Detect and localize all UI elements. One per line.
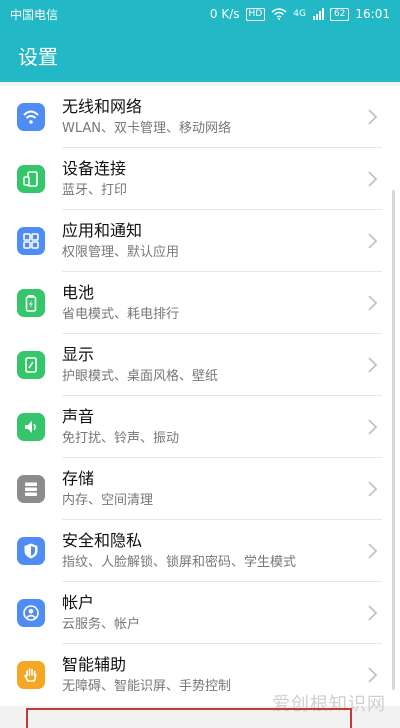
item-title: 电池 (62, 282, 95, 302)
display-icon (17, 351, 45, 379)
chevron-right-icon (368, 171, 378, 187)
signal-icon (312, 8, 324, 20)
chevron-right-icon (368, 481, 378, 497)
battery-status: 62 (329, 7, 350, 21)
item-title: 安全和隐私 (62, 530, 143, 550)
item-subtitle: 省电模式、耗电排行 (62, 306, 180, 322)
item-subtitle: 免打扰、铃声、振动 (62, 430, 180, 446)
settings-item-sound[interactable]: 声音 免打扰、铃声、振动 (0, 396, 400, 458)
settings-item-security-privacy[interactable]: 安全和隐私 指纹、人脸解锁、锁屏和密码、学生模式 (0, 520, 400, 582)
scrollbar[interactable] (392, 190, 395, 690)
item-title: 帐户 (62, 592, 95, 612)
shield-icon (17, 537, 45, 565)
item-title: 应用和通知 (62, 220, 143, 240)
item-texts: 应用和通知 权限管理、默认应用 (62, 221, 366, 262)
item-texts: 设备连接 蓝牙、打印 (62, 159, 366, 200)
item-title: 设备连接 (62, 158, 127, 178)
item-title: 声音 (62, 406, 95, 426)
carrier-label: 中国电信 (10, 7, 59, 22)
chevron-right-icon (368, 419, 378, 435)
net-speed: 0 K/s (209, 7, 240, 21)
chevron-right-icon (368, 605, 378, 621)
settings-item-battery[interactable]: 电池 省电模式、耗电排行 (0, 272, 400, 334)
app-bar: 设置 (0, 28, 400, 82)
chevron-right-icon (368, 667, 378, 683)
clock: 16:01 (355, 7, 390, 21)
item-texts: 安全和隐私 指纹、人脸解锁、锁屏和密码、学生模式 (62, 531, 366, 572)
item-texts: 声音 免打扰、铃声、振动 (62, 407, 366, 448)
item-title: 显示 (62, 344, 95, 364)
device-connect-icon (17, 165, 45, 193)
item-subtitle: 云服务、帐户 (62, 616, 141, 632)
battery-icon (17, 289, 45, 317)
item-texts: 电池 省电模式、耗电排行 (62, 283, 366, 324)
wifi-status-icon (271, 8, 287, 20)
status-icons: 0 K/s HD 4G 62 16:01 (210, 7, 390, 21)
item-texts: 帐户 云服务、帐户 (62, 593, 366, 634)
chevron-right-icon (368, 109, 378, 125)
item-subtitle: 护眼模式、桌面风格、壁纸 (62, 368, 219, 384)
chevron-right-icon (368, 357, 378, 373)
settings-item-account[interactable]: 帐户 云服务、帐户 (0, 582, 400, 644)
item-subtitle: 内存、空间清理 (62, 492, 154, 508)
apps-icon (17, 227, 45, 255)
item-texts: 显示 护眼模式、桌面风格、壁纸 (62, 345, 366, 386)
item-subtitle: 蓝牙、打印 (62, 182, 128, 198)
item-subtitle: WLAN、双卡管理、移动网络 (62, 120, 232, 136)
settings-list: 无线和网络 WLAN、双卡管理、移动网络 设备连接 蓝牙、打印 应用和通知 权限… (0, 86, 400, 706)
status-bar: 中国电信 0 K/s HD 4G 62 16:01 (0, 0, 400, 28)
highlight-box (26, 708, 352, 728)
chevron-right-icon (368, 543, 378, 559)
item-subtitle: 指纹、人脸解锁、锁屏和密码、学生模式 (62, 554, 297, 570)
item-title: 智能辅助 (62, 654, 127, 674)
hd-badge: HD (245, 7, 266, 21)
page-title: 设置 (18, 44, 58, 69)
wifi-icon (17, 103, 45, 131)
chevron-right-icon (368, 233, 378, 249)
settings-item-device-connection[interactable]: 设备连接 蓝牙、打印 (0, 148, 400, 210)
chevron-right-icon (368, 295, 378, 311)
settings-item-display[interactable]: 显示 护眼模式、桌面风格、壁纸 (0, 334, 400, 396)
item-texts: 无线和网络 WLAN、双卡管理、移动网络 (62, 97, 366, 138)
item-texts: 存储 内存、空间清理 (62, 469, 366, 510)
hand-icon (17, 661, 45, 689)
settings-item-apps-notifications[interactable]: 应用和通知 权限管理、默认应用 (0, 210, 400, 272)
item-title: 无线和网络 (62, 96, 143, 116)
item-title: 存储 (62, 468, 95, 488)
storage-icon (17, 475, 45, 503)
settings-item-storage[interactable]: 存储 内存、空间清理 (0, 458, 400, 520)
signal-label: 4G (293, 9, 306, 19)
item-subtitle: 权限管理、默认应用 (62, 244, 180, 260)
settings-item-wireless[interactable]: 无线和网络 WLAN、双卡管理、移动网络 (0, 86, 400, 148)
sound-icon (17, 413, 45, 441)
account-icon (17, 599, 45, 627)
